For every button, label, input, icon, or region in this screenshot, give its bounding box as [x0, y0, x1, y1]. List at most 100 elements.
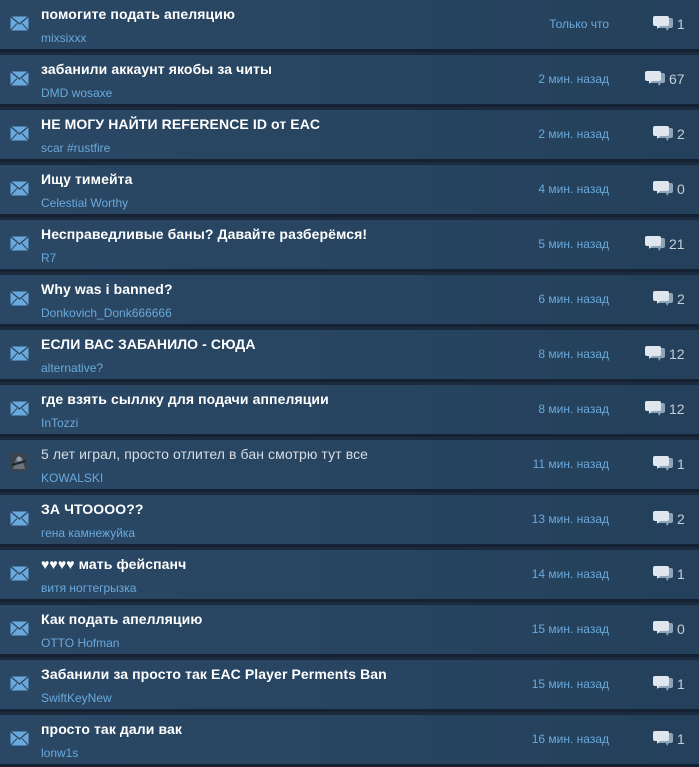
topic-author[interactable]: гена камнежуйка: [41, 526, 135, 540]
envelope-icon: [10, 71, 29, 87]
topic-author[interactable]: R7: [41, 251, 56, 265]
topic-row[interactable]: НЕ МОГУ НАЙТИ REFERENCE ID от EAC scar #…: [0, 110, 699, 162]
reply-count-value: 12: [669, 401, 685, 417]
comment-bubble-icon: [644, 400, 666, 418]
reply-count: 21: [644, 234, 685, 254]
reply-count-value: 2: [677, 511, 685, 527]
topic-time: 8 мин. назад: [538, 402, 609, 416]
topic-author[interactable]: lonw1s: [41, 746, 78, 760]
topic-title[interactable]: 5 лет играл, просто отлител в бан смотрю…: [41, 446, 368, 462]
topic-row[interactable]: где взять сыллку для подачи аппеляции In…: [0, 385, 699, 437]
comment-bubble-icon: [652, 125, 674, 143]
topic-list: помогите подать апеляцию mixsixxx Только…: [0, 0, 699, 767]
reply-count: 1: [652, 564, 685, 584]
topic-row[interactable]: Забанили за просто так EAC Player Permen…: [0, 660, 699, 712]
reply-count: 1: [652, 14, 685, 34]
topic-title[interactable]: ЕСЛИ ВАС ЗАБАНИЛО - СЮДА: [41, 336, 256, 352]
topic-author[interactable]: mixsixxx: [41, 31, 86, 45]
topic-time: 2 мин. назад: [538, 72, 609, 86]
reply-count-value: 0: [677, 621, 685, 637]
envelope-icon: [10, 566, 29, 582]
topic-row[interactable]: ЗА ЧТОООО?? гена камнежуйка 13 мин. наза…: [0, 495, 699, 547]
topic-title[interactable]: Как подать апелляцию: [41, 611, 202, 627]
topic-author[interactable]: KOWALSKI: [41, 471, 103, 485]
comment-bubble-icon: [652, 455, 674, 473]
topic-row[interactable]: Несправедливые баны? Давайте разберёмся!…: [0, 220, 699, 272]
comment-bubble-icon: [652, 510, 674, 528]
reply-count: 0: [652, 179, 685, 199]
topic-time: 5 мин. назад: [538, 237, 609, 251]
topic-title[interactable]: Забанили за просто так EAC Player Permen…: [41, 666, 387, 682]
envelope-icon: [10, 16, 29, 32]
topic-author[interactable]: DMD wosaxe: [41, 86, 112, 100]
topic-title[interactable]: Why was i banned?: [41, 281, 173, 297]
envelope-icon: [10, 346, 29, 362]
topic-time: 16 мин. назад: [531, 732, 609, 746]
topic-row[interactable]: помогите подать апеляцию mixsixxx Только…: [0, 0, 699, 52]
topic-title[interactable]: забанили аккаунт якобы за читы: [41, 61, 272, 77]
comment-bubble-icon: [644, 345, 666, 363]
topic-row[interactable]: ♥♥♥♥ мать фейспанч витя ногтегрызка 14 м…: [0, 550, 699, 602]
topic-time: 4 мин. назад: [538, 182, 609, 196]
reply-count-value: 67: [669, 71, 685, 87]
envelope-icon: [10, 511, 29, 527]
topic-row[interactable]: ЕСЛИ ВАС ЗАБАНИЛО - СЮДА alternative? 8 …: [0, 330, 699, 382]
reply-count: 1: [652, 674, 685, 694]
envelope-icon: [10, 291, 29, 307]
reply-count-value: 1: [677, 16, 685, 32]
topic-author[interactable]: витя ногтегрызка: [41, 581, 136, 595]
reply-count-value: 12: [669, 346, 685, 362]
topic-author[interactable]: scar #rustfire: [41, 141, 110, 155]
topic-title[interactable]: ЗА ЧТОООО??: [41, 501, 144, 517]
reply-count-value: 1: [677, 731, 685, 747]
avatar-icon: [10, 453, 29, 471]
topic-time: 13 мин. назад: [531, 512, 609, 526]
topic-title[interactable]: Ищу тимейта: [41, 171, 133, 187]
topic-title[interactable]: где взять сыллку для подачи аппеляции: [41, 391, 329, 407]
topic-author[interactable]: OTTO Hofman: [41, 636, 119, 650]
envelope-icon: [10, 126, 29, 142]
topic-time: 11 мин. назад: [532, 457, 609, 471]
reply-count-value: 1: [677, 456, 685, 472]
topic-title[interactable]: НЕ МОГУ НАЙТИ REFERENCE ID от EAC: [41, 116, 320, 132]
topic-author[interactable]: Donkovich_Donk666666: [41, 306, 172, 320]
topic-row[interactable]: Как подать апелляцию OTTO Hofman 15 мин.…: [0, 605, 699, 657]
envelope-icon: [10, 731, 29, 747]
topic-time: Только что: [549, 17, 609, 31]
reply-count-value: 0: [677, 181, 685, 197]
envelope-icon: [10, 236, 29, 252]
topic-row[interactable]: просто так дали вак lonw1s 16 мин. назад…: [0, 715, 699, 767]
topic-title[interactable]: Несправедливые баны? Давайте разберёмся!: [41, 226, 367, 242]
reply-count-value: 1: [677, 676, 685, 692]
topic-time: 15 мин. назад: [531, 622, 609, 636]
reply-count-value: 1: [677, 566, 685, 582]
topic-time: 2 мин. назад: [538, 127, 609, 141]
topic-row[interactable]: Ищу тимейта Celestial Worthy 4 мин. наза…: [0, 165, 699, 217]
topic-author[interactable]: alternative?: [41, 361, 103, 375]
topic-row[interactable]: забанили аккаунт якобы за читы DMD wosax…: [0, 55, 699, 107]
reply-count: 0: [652, 619, 685, 639]
topic-row[interactable]: 5 лет играл, просто отлител в бан смотрю…: [0, 440, 699, 492]
topic-title[interactable]: просто так дали вак: [41, 721, 182, 737]
reply-count: 2: [652, 289, 685, 309]
comment-bubble-icon: [652, 15, 674, 33]
comment-bubble-icon: [652, 620, 674, 638]
comment-bubble-icon: [644, 235, 666, 253]
comment-bubble-icon: [644, 70, 666, 88]
topic-title[interactable]: помогите подать апеляцию: [41, 6, 235, 22]
envelope-icon: [10, 401, 29, 417]
reply-count: 2: [652, 124, 685, 144]
reply-count: 12: [644, 399, 685, 419]
comment-bubble-icon: [652, 565, 674, 583]
comment-bubble-icon: [652, 290, 674, 308]
reply-count: 1: [652, 454, 685, 474]
topic-row[interactable]: Why was i banned? Donkovich_Donk666666 6…: [0, 275, 699, 327]
comment-bubble-icon: [652, 675, 674, 693]
topic-title[interactable]: ♥♥♥♥ мать фейспанч: [41, 556, 186, 572]
envelope-icon: [10, 181, 29, 197]
topic-author[interactable]: InTozzi: [41, 416, 78, 430]
topic-author[interactable]: Celestial Worthy: [41, 196, 128, 210]
comment-bubble-icon: [652, 180, 674, 198]
reply-count: 12: [644, 344, 685, 364]
topic-author[interactable]: SwiftKeyNew: [41, 691, 112, 705]
